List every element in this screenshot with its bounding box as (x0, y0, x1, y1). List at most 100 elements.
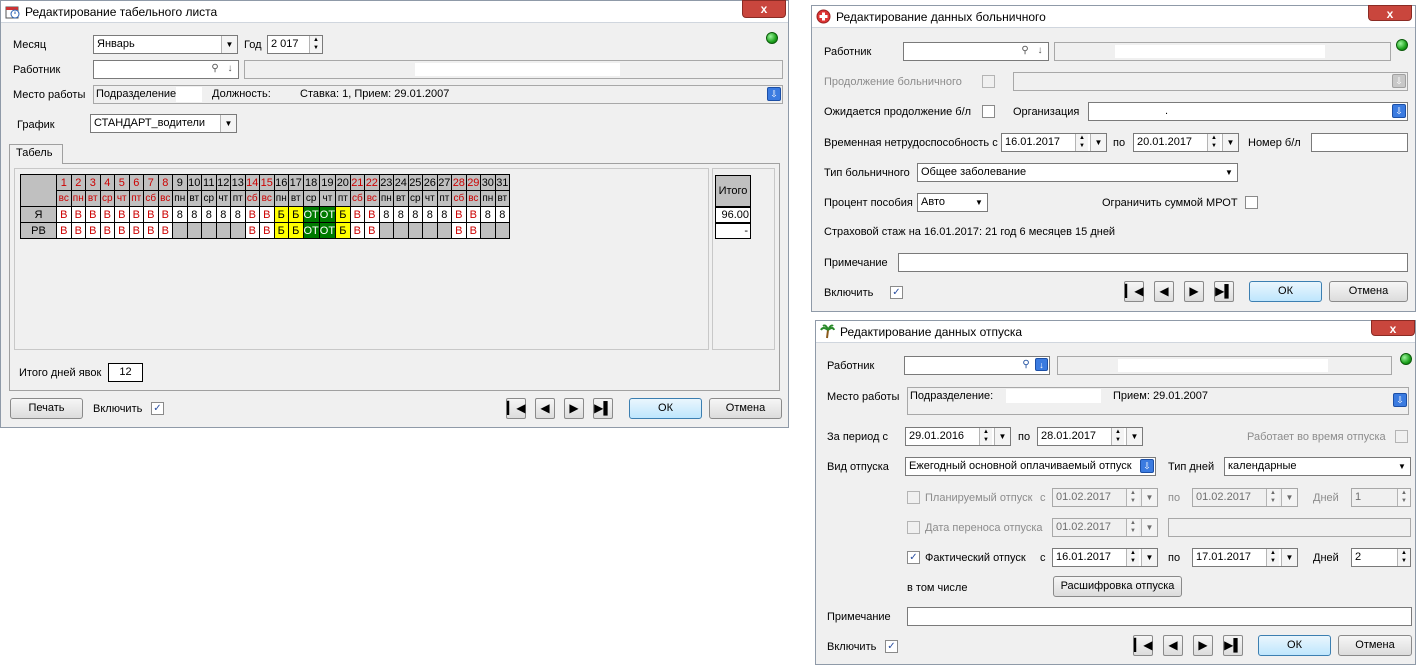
cancel-button[interactable]: Отмена (1329, 281, 1408, 302)
actual-to-input[interactable]: 17.01.2017 ▲ ▼ ▼ (1192, 548, 1298, 567)
grid-cell[interactable] (378, 222, 395, 239)
prev-record-button[interactable]: ◀ (535, 398, 555, 419)
day-type-select[interactable]: календарные ▼ (1224, 457, 1411, 476)
first-record-button[interactable]: ▎◀ (1133, 635, 1153, 656)
grid-cell[interactable]: ОТ (318, 206, 337, 223)
planned-days-input[interactable]: 1 ▲ ▼ (1351, 488, 1411, 507)
kind-select[interactable]: Ежегодный основной оплачиваемый отпуск ⇩ (905, 457, 1156, 476)
chevron-down-icon[interactable]: ▼ (1141, 549, 1157, 566)
grid-cell[interactable]: В (99, 222, 115, 239)
month-select[interactable]: Январь ▼ (93, 35, 238, 54)
chevron-down-icon[interactable]: ▼ (994, 428, 1010, 445)
date-spinner[interactable]: ▲ ▼ (1111, 428, 1124, 445)
grid-cell[interactable] (215, 222, 231, 239)
period-from-input[interactable]: 29.01.2016 ▲ ▼ ▼ (905, 427, 1011, 446)
grid-cell[interactable]: 8 (186, 206, 202, 223)
grid-cell[interactable]: В (364, 222, 380, 239)
next-record-button[interactable]: ▶ (1184, 281, 1204, 302)
expand-icon[interactable]: ⇩ (1140, 459, 1154, 473)
chevron-down-icon[interactable]: ▼ (1126, 428, 1142, 445)
grid-cell[interactable]: В (143, 206, 159, 223)
grid-cell[interactable]: В (451, 206, 467, 223)
transfer-date-input[interactable]: 01.02.2017 ▲ ▼ ▼ (1052, 518, 1158, 537)
chevron-down-icon[interactable]: ▼ (1281, 489, 1297, 506)
include-checkbox[interactable]: ✓ (890, 286, 903, 299)
print-button[interactable]: Печать (10, 398, 83, 419)
first-record-button[interactable]: ▎◀ (1124, 281, 1144, 302)
prev-record-button[interactable]: ◀ (1163, 635, 1183, 656)
year-spinner[interactable]: ▲ ▼ (309, 36, 322, 53)
include-checkbox[interactable]: ✓ (885, 640, 898, 653)
grid-cell[interactable]: В (465, 206, 482, 223)
last-record-button[interactable]: ▶▌ (1214, 281, 1234, 302)
grid-cell[interactable]: ОТ (302, 206, 320, 223)
next-record-button[interactable]: ▶ (564, 398, 584, 419)
grid-cell[interactable]: В (157, 222, 173, 239)
date-spinner[interactable]: ▲ ▼ (1126, 489, 1139, 506)
type-select[interactable]: Общее заболевание ▼ (917, 163, 1238, 182)
grid-cell[interactable] (186, 222, 202, 239)
actual-from-input[interactable]: 16.01.2017 ▲ ▼ ▼ (1052, 548, 1158, 567)
chevron-down-icon[interactable]: ▼ (220, 115, 236, 132)
grid-cell[interactable] (436, 222, 453, 239)
next-record-button[interactable]: ▶ (1193, 635, 1213, 656)
grid-cell[interactable]: Б (273, 222, 289, 239)
grid-cell[interactable]: 8 (407, 206, 424, 223)
schedule-select[interactable]: СТАНДАРТ_водители ▼ (90, 114, 237, 133)
grid-cell[interactable] (407, 222, 424, 239)
ok-button[interactable]: ОК (629, 398, 702, 419)
days-spinner[interactable]: ▲ ▼ (1397, 489, 1410, 506)
grid-cell[interactable]: В (465, 222, 482, 239)
percent-select[interactable]: Авто ▼ (917, 193, 988, 212)
expand-icon[interactable]: ⇩ (1393, 393, 1407, 407)
grid-cell[interactable] (393, 222, 409, 239)
grid-cell[interactable]: В (349, 206, 366, 223)
ok-button[interactable]: ОК (1249, 281, 1322, 302)
grid-cell[interactable]: 8 (393, 206, 409, 223)
cancel-button[interactable]: Отмена (709, 398, 782, 419)
down-arrow-icon[interactable]: ↓ (223, 61, 237, 76)
grid-cell[interactable]: Б (335, 222, 351, 239)
grid-cell[interactable]: В (259, 222, 275, 239)
grid-cell[interactable]: В (114, 206, 130, 223)
grid-cell[interactable] (494, 222, 511, 239)
grid-cell[interactable]: В (85, 222, 101, 239)
grid-cell[interactable] (201, 222, 217, 239)
planned-checkbox[interactable] (907, 491, 920, 504)
search-icon[interactable]: ⚲ (1018, 43, 1032, 58)
grid-cell[interactable]: 8 (480, 206, 496, 223)
mrot-checkbox[interactable] (1245, 196, 1258, 209)
chevron-down-icon[interactable]: ▼ (1141, 519, 1157, 536)
last-record-button[interactable]: ▶▌ (1223, 635, 1243, 656)
actual-days-input[interactable]: 2 ▲ ▼ (1351, 548, 1411, 567)
period-to-input[interactable]: 28.01.2017 ▲ ▼ ▼ (1037, 427, 1143, 446)
grid-cell[interactable]: 8 (230, 206, 246, 223)
grid-cell[interactable]: 8 (378, 206, 395, 223)
grid-cell[interactable]: Б (288, 206, 304, 223)
grid-cell[interactable]: В (451, 222, 467, 239)
days-spinner[interactable]: ▲ ▼ (1397, 549, 1410, 566)
close-button[interactable]: x (1368, 5, 1412, 21)
down-arrow-icon[interactable]: ↓ (1035, 358, 1048, 371)
worker-input[interactable]: ⚲ ↓ (903, 42, 1049, 61)
date-spinner[interactable]: ▲ ▼ (1207, 134, 1220, 151)
grid-cell[interactable]: В (349, 222, 366, 239)
ok-button[interactable]: ОК (1258, 635, 1331, 656)
note-input[interactable] (907, 607, 1412, 626)
planned-to-input[interactable]: 01.02.2017 ▲ ▼ ▼ (1192, 488, 1298, 507)
worker-input[interactable]: ⚲ ↓ (904, 356, 1050, 375)
planned-from-input[interactable]: 01.02.2017 ▲ ▼ ▼ (1052, 488, 1158, 507)
year-input[interactable]: 2 017 ▲ ▼ (267, 35, 323, 54)
chevron-down-icon[interactable]: ▼ (1221, 164, 1237, 181)
continuation-select[interactable]: ⇩ (1013, 72, 1408, 91)
cancel-button[interactable]: Отмена (1338, 635, 1412, 656)
date-to-input[interactable]: 20.01.2017 ▲ ▼ ▼ (1133, 133, 1239, 152)
grid-cell[interactable]: В (128, 222, 144, 239)
grid-cell[interactable]: ОТ (318, 222, 337, 239)
grid-cell[interactable]: В (56, 222, 72, 239)
grid-cell[interactable]: Б (288, 222, 304, 239)
grid-cell[interactable]: В (157, 206, 173, 223)
expected-continuation-checkbox[interactable] (982, 105, 995, 118)
search-icon[interactable]: ⚲ (1019, 357, 1033, 372)
grid-cell[interactable]: В (128, 206, 144, 223)
